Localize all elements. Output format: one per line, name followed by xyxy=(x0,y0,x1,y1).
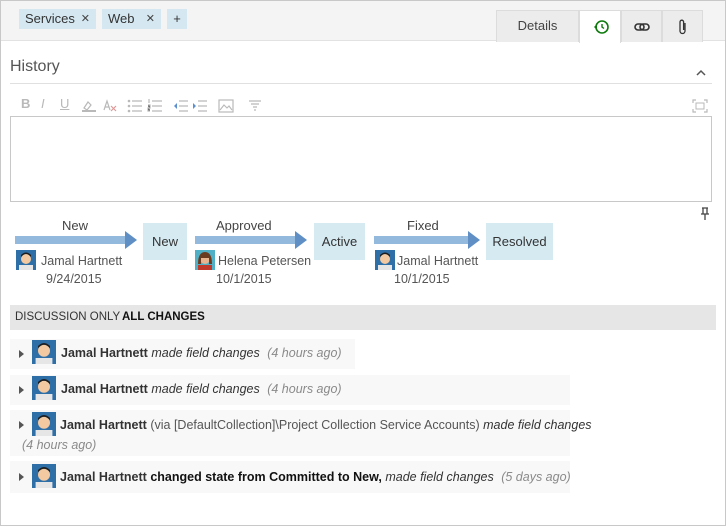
highlight-icon[interactable] xyxy=(81,98,97,114)
history-comment-input[interactable] xyxy=(10,116,712,202)
tag-services[interactable]: Services ✕ xyxy=(19,9,96,29)
link-icon xyxy=(634,23,650,31)
entry-action: made field changes xyxy=(483,418,592,432)
entry-text: Jamal Hartnett (via [DefaultCollection]\… xyxy=(60,418,592,432)
format-icon[interactable] xyxy=(247,98,263,114)
chevron-up-icon[interactable] xyxy=(694,66,708,80)
image-icon[interactable] xyxy=(218,98,234,114)
history-entry[interactable]: Jamal Hartnett made field changes (4 hou… xyxy=(10,339,355,369)
tab-details-label: Details xyxy=(517,18,558,33)
filter-all-changes[interactable]: ALL CHANGES xyxy=(122,311,205,323)
maximize-icon[interactable] xyxy=(692,98,708,114)
changed-by-name: Jamal Hartnett xyxy=(397,254,479,268)
history-icon xyxy=(594,20,609,34)
history-entry[interactable]: Jamal Hartnett made field changes (4 hou… xyxy=(10,375,570,405)
entry-author[interactable]: Jamal Hartnett xyxy=(60,470,147,484)
entry-text: Jamal Hartnett made field changes (4 hou… xyxy=(61,346,342,360)
entry-action: made field changes xyxy=(151,382,260,396)
tag-label: Services xyxy=(25,11,75,26)
entry-time-line: (4 hours ago) xyxy=(22,438,96,452)
bullet-list-icon[interactable] xyxy=(127,98,143,114)
entry-author[interactable]: Jamal Hartnett xyxy=(61,382,148,396)
tag-bar: Services ✕ Web ✕ + Details xyxy=(1,1,725,43)
history-entry[interactable]: Jamal Hartnett changed state from Commit… xyxy=(10,461,571,493)
expand-caret-icon[interactable] xyxy=(19,421,24,429)
tag-web[interactable]: Web ✕ xyxy=(102,9,161,29)
transition-arrow xyxy=(374,231,480,249)
changed-by-name: Helena Petersen xyxy=(218,254,312,268)
history-filter-bar: DISCUSSION ONLY ALL CHANGES xyxy=(10,305,716,330)
entry-author[interactable]: Jamal Hartnett xyxy=(60,418,147,432)
paperclip-icon xyxy=(679,19,686,35)
tag-label: Web xyxy=(108,11,135,26)
tab-links[interactable] xyxy=(621,10,662,42)
remove-tag-icon[interactable]: ✕ xyxy=(146,9,155,29)
pin-icon[interactable] xyxy=(699,207,711,221)
increase-indent-icon[interactable] xyxy=(192,98,208,114)
avatar xyxy=(16,250,36,270)
changed-by-name: Jamal Hartnett xyxy=(41,254,123,268)
state-box: New xyxy=(143,223,187,260)
history-title: History xyxy=(10,58,60,75)
state-box: Active xyxy=(314,223,365,260)
changed-date: 10/1/2015 xyxy=(216,272,272,286)
entry-time: (4 hours ago) xyxy=(267,346,342,360)
entry-text: Jamal Hartnett made field changes (4 hou… xyxy=(61,382,342,396)
add-tag-button[interactable]: + xyxy=(167,9,187,29)
filter-discussion-only[interactable]: DISCUSSION ONLY xyxy=(15,311,120,323)
entry-text: Jamal Hartnett changed state from Commit… xyxy=(60,470,571,484)
expand-caret-icon[interactable] xyxy=(19,350,24,358)
transition-arrow xyxy=(15,231,137,249)
changed-date: 10/1/2015 xyxy=(394,272,450,286)
entry-via: (via [DefaultCollection]\Project Collect… xyxy=(150,418,480,432)
history-entry[interactable]: Jamal Hartnett (via [DefaultCollection]\… xyxy=(10,410,592,456)
remove-tag-icon[interactable]: ✕ xyxy=(81,9,90,29)
avatar xyxy=(195,250,215,270)
entry-time: (4 hours ago) xyxy=(22,438,97,452)
entry-author[interactable]: Jamal Hartnett xyxy=(61,346,148,360)
transition-arrow xyxy=(195,231,307,249)
entry-action: made field changes xyxy=(151,346,260,360)
numbered-list-icon[interactable] xyxy=(147,98,163,114)
avatar xyxy=(375,250,395,270)
tab-history[interactable] xyxy=(579,10,621,43)
avatar xyxy=(32,376,56,400)
tab-details[interactable]: Details xyxy=(496,10,579,42)
entry-time: (4 hours ago) xyxy=(267,382,342,396)
avatar xyxy=(32,340,56,364)
avatar xyxy=(32,412,56,436)
history-divider xyxy=(10,83,712,84)
state-box: Resolved xyxy=(486,223,553,260)
entry-time: (5 days ago) xyxy=(501,470,571,484)
changed-date: 9/24/2015 xyxy=(46,272,102,286)
expand-caret-icon[interactable] xyxy=(19,473,24,481)
underline-button[interactable]: U xyxy=(60,96,69,112)
clear-format-icon[interactable] xyxy=(101,98,117,114)
avatar xyxy=(32,464,56,488)
decrease-indent-icon[interactable] xyxy=(173,98,189,114)
expand-caret-icon[interactable] xyxy=(19,386,24,394)
italic-button[interactable]: I xyxy=(41,96,45,112)
entry-state-change: changed state from Committed to New, xyxy=(150,470,382,484)
bold-button[interactable]: B xyxy=(21,96,30,112)
entry-action: made field changes xyxy=(385,470,494,484)
tab-attachments[interactable] xyxy=(662,10,703,42)
